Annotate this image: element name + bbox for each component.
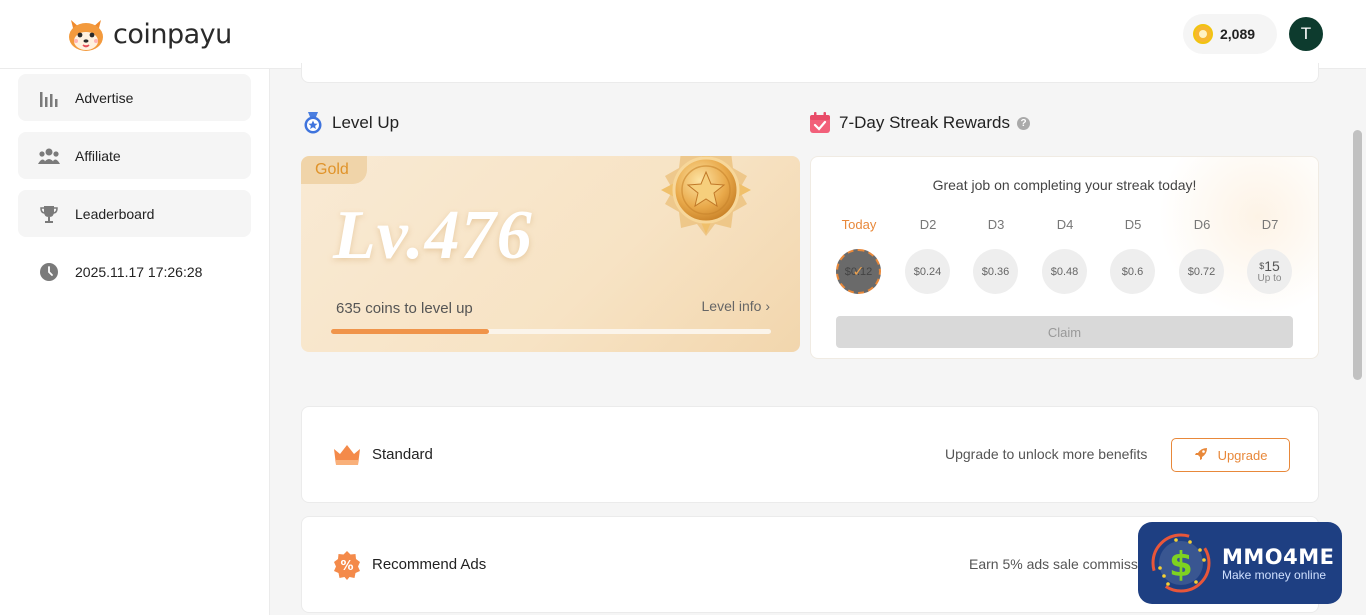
- day-amount-big: $15: [1259, 259, 1280, 273]
- level-number: Lv.476: [333, 197, 533, 274]
- percent-badge-icon: %: [334, 551, 360, 580]
- server-time: 2025.11.17 17:26:28: [75, 263, 203, 280]
- streak-day-6: D6 $0.72: [1179, 217, 1225, 294]
- sidebar-item-label: Affiliate: [75, 147, 121, 164]
- day-amount: 15: [1264, 258, 1280, 274]
- level-up-title: Level Up: [332, 113, 400, 132]
- day-amount: $0.24: [913, 265, 942, 278]
- level-info-link[interactable]: Level info ›: [702, 298, 770, 314]
- commission-note: Earn 5% ads sale commission: [969, 556, 1157, 572]
- day-label: D2: [919, 217, 937, 232]
- dollar-coin-icon: $: [1151, 533, 1211, 593]
- streak-heading: 7-Day Streak Rewards ?: [809, 112, 1031, 134]
- page-scrollbar[interactable]: [1350, 69, 1366, 615]
- day-label: D3: [987, 217, 1005, 232]
- upgrade-button[interactable]: Upgrade: [1171, 438, 1290, 472]
- svg-text:%: %: [340, 559, 353, 574]
- recommend-ads-title: Recommend Ads: [372, 556, 487, 573]
- bar-chart-icon: [38, 87, 60, 109]
- gold-medal-icon: [661, 156, 751, 236]
- day-amount-sub: Up to: [1257, 273, 1282, 284]
- medal-badge-icon: [304, 112, 322, 134]
- watermark-subtitle: Make money online: [1222, 567, 1327, 582]
- day-label: D5: [1124, 217, 1142, 232]
- day-reward: $0.48: [1042, 249, 1087, 294]
- day-label: D4: [1056, 217, 1074, 232]
- svg-text:$: $: [1169, 545, 1193, 585]
- help-icon[interactable]: ?: [1017, 116, 1031, 130]
- streak-message: Great job on completing your streak toda…: [932, 177, 1197, 193]
- sidebar-item-affiliate[interactable]: Affiliate: [18, 132, 251, 179]
- level-card: Gold Lv.476 635 coins to level up Level …: [301, 156, 800, 352]
- streak-card: Great job on completing your streak toda…: [810, 156, 1319, 359]
- streak-day-2: D2 $0.24: [905, 217, 951, 294]
- level-up-heading: Level Up: [302, 112, 399, 134]
- top-header: coinpayu 2,089 T: [0, 0, 1366, 69]
- day-label: D7: [1261, 217, 1279, 232]
- previous-card-bottom: [301, 63, 1319, 83]
- level-progress-bar: [331, 329, 771, 334]
- sidebar-item-clock: 2025.11.17 17:26:28: [18, 248, 251, 295]
- sidebar: Advertise Affiliate Leaderboard 2025.11.…: [0, 69, 270, 615]
- streak-day-3: D3 $0.36: [973, 217, 1019, 294]
- day-reward: $0.72: [1179, 249, 1224, 294]
- day-amount: $0.36: [981, 265, 1010, 278]
- user-avatar[interactable]: T: [1289, 17, 1323, 51]
- mascot-logo-icon: [69, 20, 103, 51]
- watermark-badge: $ MMO4ME Make money online: [1138, 522, 1342, 604]
- tier-badge: Gold: [301, 156, 367, 184]
- brand-name: coinpayu: [113, 18, 232, 50]
- trophy-icon: [38, 203, 60, 225]
- coin-balance[interactable]: 2,089: [1183, 14, 1277, 54]
- sidebar-item-advertise[interactable]: Advertise: [18, 74, 251, 121]
- streak-day-7: D7 $15 Up to: [1247, 217, 1293, 294]
- day-amount: $0.72: [1187, 265, 1216, 278]
- level-progress-fill: [331, 329, 490, 334]
- checkmark-icon: ✓: [852, 263, 865, 279]
- upgrade-label: Upgrade: [1217, 447, 1268, 463]
- watermark-text: MMO4ME Make money online: [1222, 545, 1335, 582]
- day-reward-claimed: $0.12 ✓: [836, 249, 881, 294]
- day-label: D6: [1193, 217, 1211, 232]
- day-reward: $0.36: [973, 249, 1018, 294]
- clock-icon: [38, 261, 60, 283]
- day-amount: $0.6: [1121, 265, 1144, 278]
- day-reward: $15 Up to: [1247, 249, 1292, 294]
- sidebar-item-label: Advertise: [75, 89, 134, 106]
- rocket-icon: [1194, 447, 1208, 464]
- streak-day-4: D4 $0.48: [1042, 217, 1088, 294]
- coin-balance-value: 2,089: [1220, 26, 1256, 42]
- calendar-check-icon: [810, 112, 830, 133]
- day-amount: $0.48: [1050, 265, 1079, 278]
- day-reward: $0.24: [905, 249, 950, 294]
- streak-day-today: Today $0.12 ✓: [836, 217, 882, 294]
- streak-title: 7-Day Streak Rewards: [839, 113, 1011, 132]
- crown-icon: [334, 445, 360, 465]
- scrollbar-thumb[interactable]: [1353, 130, 1362, 380]
- users-icon: [38, 145, 60, 167]
- membership-title: Standard: [372, 446, 433, 463]
- streak-day-5: D5 $0.6: [1110, 217, 1156, 294]
- upgrade-note: Upgrade to unlock more benefits: [945, 446, 1148, 462]
- sidebar-item-leaderboard[interactable]: Leaderboard: [18, 190, 251, 237]
- day-label: Today: [841, 217, 877, 232]
- claim-button[interactable]: Claim: [836, 316, 1293, 348]
- coins-to-level-text: 635 coins to level up: [336, 300, 473, 317]
- day-reward: $0.6: [1110, 249, 1155, 294]
- coin-icon: [1193, 24, 1213, 44]
- brand-logo[interactable]: coinpayu: [66, 14, 232, 54]
- membership-card: Standard Upgrade to unlock more benefits…: [301, 406, 1319, 503]
- watermark-title: MMO4ME: [1222, 544, 1335, 569]
- sidebar-item-label: Leaderboard: [75, 205, 155, 222]
